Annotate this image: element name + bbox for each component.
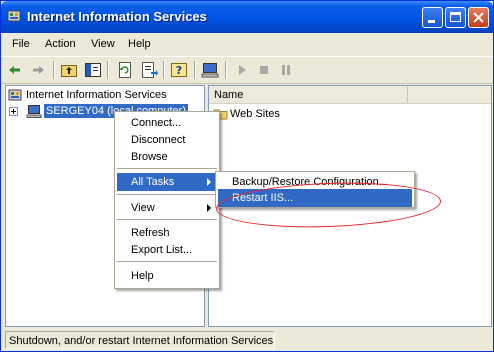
list-item-label: Web Sites	[230, 108, 280, 120]
column-header-label: Name	[214, 89, 244, 101]
close-button[interactable]	[468, 7, 489, 28]
submenu-arrow-icon	[207, 178, 211, 186]
column-header-name[interactable]: Name	[209, 86, 408, 103]
status-bar: Shutdown, and/or restart Internet Inform…	[3, 330, 491, 350]
menu-separator	[117, 219, 217, 220]
menu-separator	[117, 261, 217, 262]
iis-window: Internet Information Services File Actio…	[0, 0, 494, 352]
menu-view[interactable]: View	[91, 38, 115, 50]
title-bar[interactable]: Internet Information Services	[1, 1, 493, 33]
context-menu: Connect... Disconnect Browse All Tasks V…	[114, 111, 220, 289]
menu-file[interactable]: File	[12, 38, 30, 50]
iis-root-icon	[8, 89, 22, 101]
expand-icon[interactable]	[9, 107, 18, 116]
svg-text:?: ?	[176, 64, 182, 77]
stop-icon[interactable]	[254, 60, 274, 80]
menu-item-refresh[interactable]: Refresh	[117, 224, 217, 242]
tree-root-label: Internet Information Services	[26, 89, 167, 101]
list-header: Name	[209, 86, 491, 104]
forward-icon[interactable]	[28, 60, 48, 80]
refresh-icon[interactable]	[115, 60, 135, 80]
menu-action[interactable]: Action	[45, 38, 76, 50]
menu-item-browse[interactable]: Browse	[117, 148, 217, 166]
computer-icon[interactable]	[200, 60, 220, 80]
up-folder-icon[interactable]	[59, 60, 79, 80]
play-icon[interactable]	[232, 60, 252, 80]
minimize-button[interactable]	[422, 7, 443, 28]
submenu-arrow-icon	[207, 204, 211, 212]
toolbar: ?	[1, 56, 493, 84]
help-icon[interactable]: ?	[169, 60, 189, 80]
export-icon[interactable]	[139, 60, 159, 80]
list-item[interactable]: Web Sites	[213, 106, 333, 122]
computer-node-icon	[26, 105, 42, 118]
status-text: Shutdown, and/or restart Internet Inform…	[9, 335, 274, 347]
menu-separator	[117, 168, 217, 169]
menu-item-view[interactable]: View	[117, 199, 217, 217]
menu-bar: File Action View Help	[1, 33, 493, 55]
pause-icon[interactable]	[276, 60, 296, 80]
menu-item-export-list[interactable]: Export List...	[117, 241, 217, 259]
window-title: Internet Information Services	[27, 9, 207, 24]
menu-separator	[117, 194, 217, 195]
back-icon[interactable]	[5, 60, 25, 80]
maximize-button[interactable]	[445, 7, 466, 28]
menu-item-all-tasks[interactable]: All Tasks	[117, 173, 217, 191]
show-tree-icon[interactable]	[83, 60, 103, 80]
status-panel: Shutdown, and/or restart Internet Inform…	[5, 331, 275, 349]
iis-app-icon	[7, 9, 21, 23]
menu-help[interactable]: Help	[128, 38, 151, 50]
menu-item-help[interactable]: Help	[117, 267, 217, 285]
tree-root[interactable]: Internet Information Services	[6, 87, 204, 103]
menu-item-connect[interactable]: Connect...	[117, 114, 217, 132]
menu-item-disconnect[interactable]: Disconnect	[117, 131, 217, 149]
